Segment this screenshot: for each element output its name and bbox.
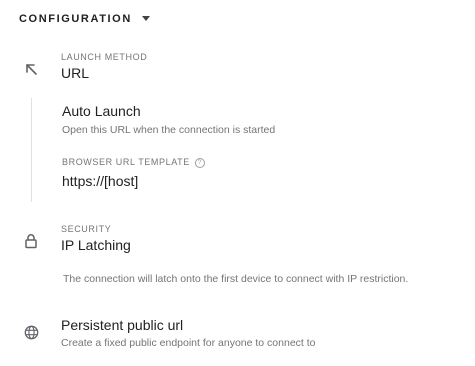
persistent-public-url-description: Create a fixed public endpoint for anyon…: [61, 337, 316, 349]
globe-icon: [23, 324, 39, 340]
launch-method-value[interactable]: URL: [61, 65, 89, 81]
launch-options-divider: [31, 98, 32, 202]
ip-latching-description: The connection will latch onto the first…: [63, 273, 409, 285]
security-value[interactable]: IP Latching: [61, 237, 131, 253]
auto-launch-description: Open this URL when the connection is sta…: [62, 124, 276, 136]
launch-method-caption: LAUNCH METHOD: [61, 52, 148, 62]
section-title: CONFIGURATION: [19, 13, 132, 25]
persistent-public-url-title[interactable]: Persistent public url: [61, 317, 183, 333]
security-caption: SECURITY: [61, 224, 112, 234]
browser-url-template-caption: BROWSER URL TEMPLATE: [62, 157, 190, 167]
help-icon[interactable]: ?: [194, 157, 205, 168]
arrow-up-left-icon: [23, 61, 39, 77]
auto-launch-title[interactable]: Auto Launch: [62, 103, 141, 119]
browser-url-template-value[interactable]: https://[host]: [62, 173, 138, 189]
lock-icon: [23, 233, 39, 249]
configuration-section-toggle[interactable]: CONFIGURATION: [19, 13, 150, 25]
caret-down-icon: [141, 16, 150, 21]
browser-url-template-label: BROWSER URL TEMPLATE?: [62, 157, 205, 168]
